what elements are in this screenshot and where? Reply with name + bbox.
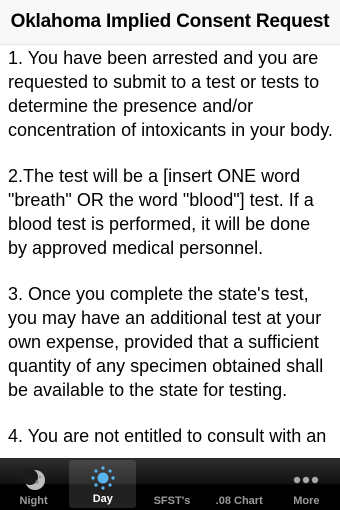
tab-label: More: [293, 495, 320, 507]
tab-bar: Night Day SFST's .08 Chart More: [0, 458, 340, 510]
moon-icon: [21, 467, 47, 493]
tab-label: SFST's: [153, 495, 191, 507]
nav-header: Oklahoma Implied Consent Request: [0, 0, 340, 45]
tab-more[interactable]: More: [273, 458, 340, 510]
tab-label: Day: [92, 493, 113, 505]
paragraph-3: 3. Once you complete the state's test, y…: [8, 284, 324, 400]
tab-night[interactable]: Night: [0, 458, 67, 510]
tab-08-chart[interactable]: .08 Chart: [206, 458, 273, 510]
tab-label: .08 Chart: [215, 495, 263, 507]
tab-label: Night: [19, 495, 48, 507]
paragraph-1: 1. You have been arrested and you are re…: [8, 48, 333, 140]
paragraph-4: 4. You are not entitled to consult with …: [8, 426, 327, 446]
tab-day[interactable]: Day: [69, 460, 137, 508]
paragraph-2: 2.The test will be a [insert ONE word "b…: [8, 166, 314, 258]
page-title: Oklahoma Implied Consent Request: [10, 11, 330, 32]
more-icon: [291, 467, 321, 493]
sun-icon: [90, 465, 116, 491]
consent-text-body[interactable]: 1. You have been arrested and you are re…: [0, 44, 340, 458]
tab-sfsts[interactable]: SFST's: [138, 458, 205, 510]
